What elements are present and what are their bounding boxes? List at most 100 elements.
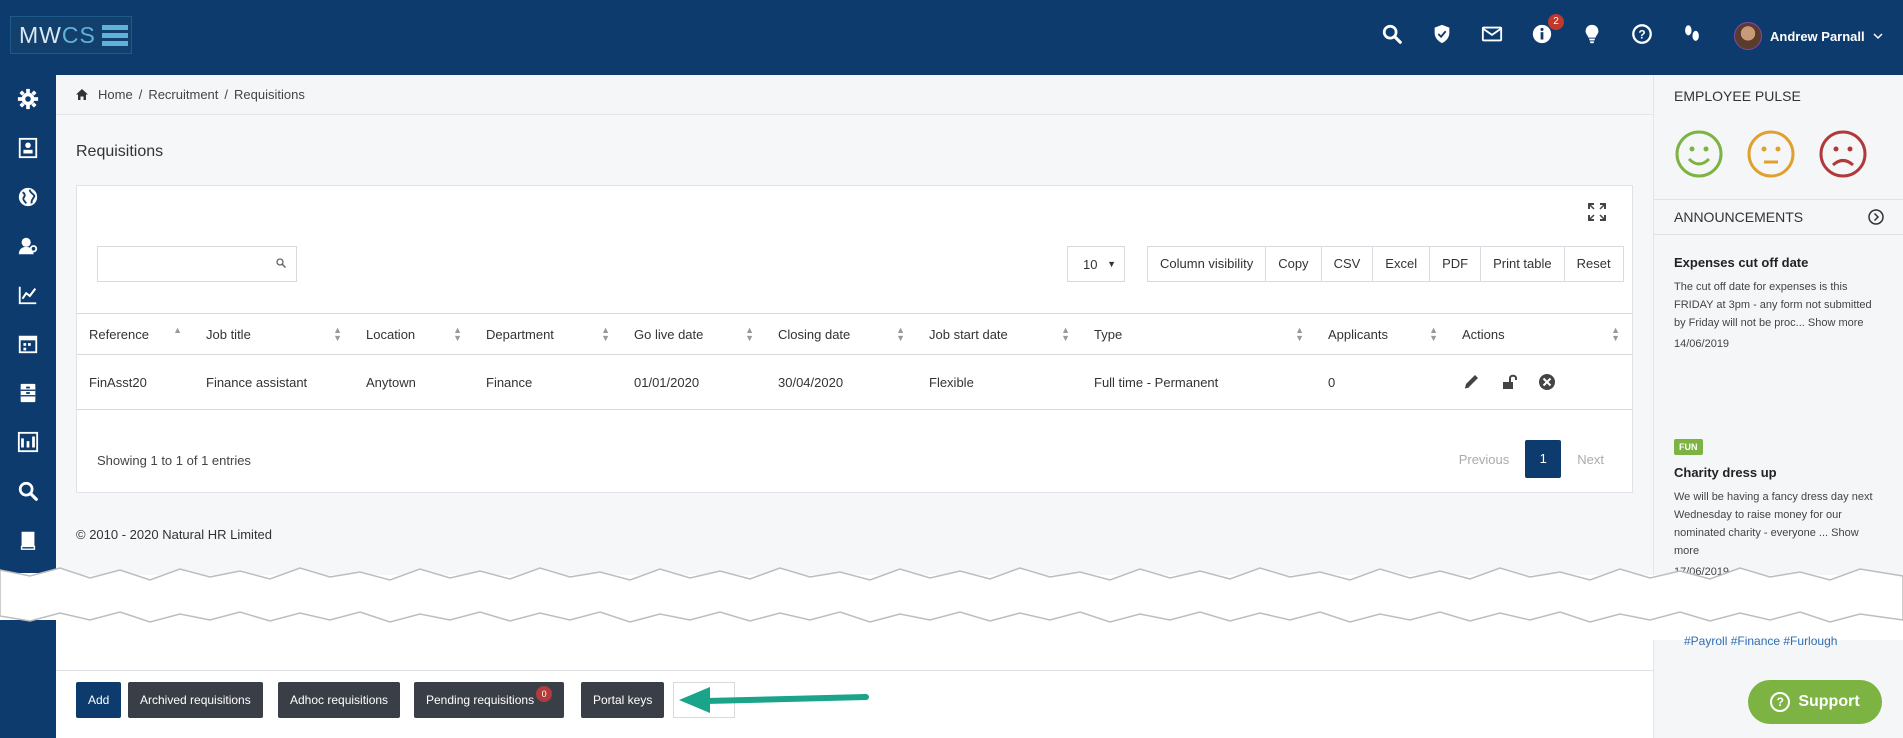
employee-pulse-title: EMPLOYEE PULSE [1674,88,1801,104]
fun-category-badge: FUN [1674,439,1703,455]
torn-edge-divider [0,567,1903,623]
search-icon[interactable] [1380,22,1404,46]
cell-job-start-date: Flexible [917,354,1082,410]
table-row[interactable]: FinAsst20 Finance assistant Anytown Fina… [77,354,1632,410]
mail-icon[interactable] [1480,22,1504,46]
app-logo[interactable]: MWCS [10,16,132,54]
cell-type: Full time - Permanent [1082,354,1316,410]
reset-button[interactable]: Reset [1565,247,1623,281]
support-button[interactable]: ? Support [1748,680,1882,724]
archived-requisitions-button[interactable]: Archived requisitions [128,682,263,718]
main-content: Requisitions 10 ▼ Column visibility Copy… [56,115,1653,575]
column-header-actions[interactable]: Actions ▲ ▼ [1450,313,1632,355]
unlock-icon[interactable] [1500,373,1518,391]
adhoc-requisitions-button[interactable]: Adhoc requisitions [278,682,401,718]
cell-location: Anytown [354,354,474,410]
user-menu[interactable]: Andrew Parnall [1734,22,1883,50]
excel-button[interactable]: Excel [1373,247,1431,281]
column-header-location[interactable]: Location ▲ ▼ [354,313,474,355]
requisitions-table-panel: 10 ▼ Column visibility Copy CSV Excel PD… [76,185,1633,493]
edit-pencil-icon[interactable] [1462,373,1480,391]
copy-button[interactable]: Copy [1266,247,1322,281]
happy-face-icon[interactable] [1674,129,1724,179]
info-icon[interactable]: 2 [1530,14,1564,46]
org-chart-icon[interactable] [16,430,40,454]
column-header-applicants[interactable]: Applicants ▲ ▼ [1316,313,1450,355]
column-header-department[interactable]: Department ▲ ▼ [474,313,622,355]
sad-face-icon[interactable] [1818,129,1868,179]
neutral-face-icon[interactable] [1746,129,1796,179]
pending-requisitions-button[interactable]: Pending requisitions 0 [414,682,565,718]
breadcrumb-recruitment[interactable]: Recruitment [148,87,218,102]
calendar-icon[interactable] [16,332,40,356]
chevron-right-circle-icon[interactable] [1868,209,1884,225]
copyright-footer: © 2010 - 2020 Natural HR Limited [76,527,273,542]
cell-applicants: 0 [1316,354,1450,410]
help-icon: ? [1770,692,1791,712]
hashtags[interactable]: #Payroll #Finance #Furlough [1684,634,1837,648]
contact-card-icon[interactable] [16,136,40,160]
column-header-closing-date[interactable]: Closing date ▲ ▼ [766,313,917,355]
sort-icon: ▲ ▼ [601,325,610,343]
book-icon[interactable] [16,528,40,552]
user-name: Andrew Parnall [1770,28,1865,44]
page-length-select[interactable]: 10 ▼ [1067,246,1125,282]
top-bar: MWCS 2 ? Andrew Parnall [0,0,1903,75]
right-panel: EMPLOYEE PULSE ANNOUNCEMENTS Expenses cu… [1653,75,1903,578]
previous-page-button[interactable]: Previous [1459,452,1510,467]
breadcrumb-separator: / [138,87,143,102]
menu-toggle-icon[interactable] [101,24,128,46]
column-header-type[interactable]: Type ▲ ▼ [1082,313,1316,355]
home-icon[interactable] [76,89,88,100]
settings-gear-icon[interactable] [16,87,40,111]
line-chart-icon[interactable] [16,283,40,307]
cell-job-title: Finance assistant [194,354,354,410]
support-label: Support [1798,693,1860,710]
caret-down-icon: ▼ [1107,259,1116,269]
show-more-link[interactable]: Show more [1808,317,1864,329]
table-search-input[interactable] [97,246,297,282]
filing-cabinet-icon[interactable] [16,381,40,405]
breadcrumb-separator: / [224,87,229,102]
sort-icon: ▲ ▼ [1429,325,1438,343]
sort-icon: ▲ ▼ [1061,325,1070,343]
page-1-button[interactable]: 1 [1525,440,1562,478]
lightbulb-icon[interactable] [1580,22,1604,46]
cell-closing-date: 30/04/2020 [766,354,917,410]
print-table-button[interactable]: Print table [1481,247,1565,281]
pending-requisitions-label: Pending requisitions [426,693,535,707]
footsteps-icon[interactable] [1680,22,1704,46]
add-button[interactable]: Add [76,682,122,718]
column-header-reference[interactable]: Reference ▲ [77,313,194,355]
column-header-job-title[interactable]: Job title ▲ ▼ [194,313,354,355]
breadcrumb-home[interactable]: Home [98,87,133,102]
announcements-header: ANNOUNCEMENTS [1654,199,1903,235]
shield-icon[interactable] [1430,22,1454,46]
column-header-go-live-date[interactable]: Go live date ▲ ▼ [622,313,766,355]
user-manage-icon[interactable] [16,234,40,258]
csv-button[interactable]: CSV [1322,247,1374,281]
globe-icon[interactable] [16,185,40,209]
breadcrumb-bar: Home / Recruitment / Requisitions [56,75,1653,115]
cell-department: Finance [474,354,622,410]
portal-keys-button[interactable]: Portal keys [581,682,665,718]
announcement-title[interactable]: Charity dress up [1674,465,1874,480]
pdf-button[interactable]: PDF [1430,247,1482,281]
requisitions-table: Reference ▲ Job title ▲ ▼ Location ▲ ▼ Depart… [77,313,1632,410]
announcement-title[interactable]: Expenses cut off date [1674,255,1874,270]
search-sidebar-icon[interactable] [16,479,40,503]
column-header-job-start-date[interactable]: Job start date ▲ ▼ [917,313,1082,355]
sort-icon: ▲ ▼ [745,325,754,343]
next-page-button[interactable]: Next [1577,452,1604,467]
help-icon[interactable]: ? [1630,22,1654,46]
notification-badge: 2 [1548,14,1564,30]
column-visibility-button[interactable]: Column visibility [1148,247,1267,281]
cell-reference: FinAsst20 [77,354,194,410]
cell-go-live-date: 01/01/2020 [622,354,766,410]
sort-asc-icon: ▲ [173,325,182,335]
close-circle-icon[interactable] [1538,373,1556,391]
sort-icon: ▲ ▼ [333,325,342,343]
table-info: Showing 1 to 1 of 1 entries [97,453,251,468]
fullscreen-expand-icon[interactable] [1588,203,1606,221]
table-export-buttons: Column visibility Copy CSV Excel PDF Pri… [1147,246,1624,282]
